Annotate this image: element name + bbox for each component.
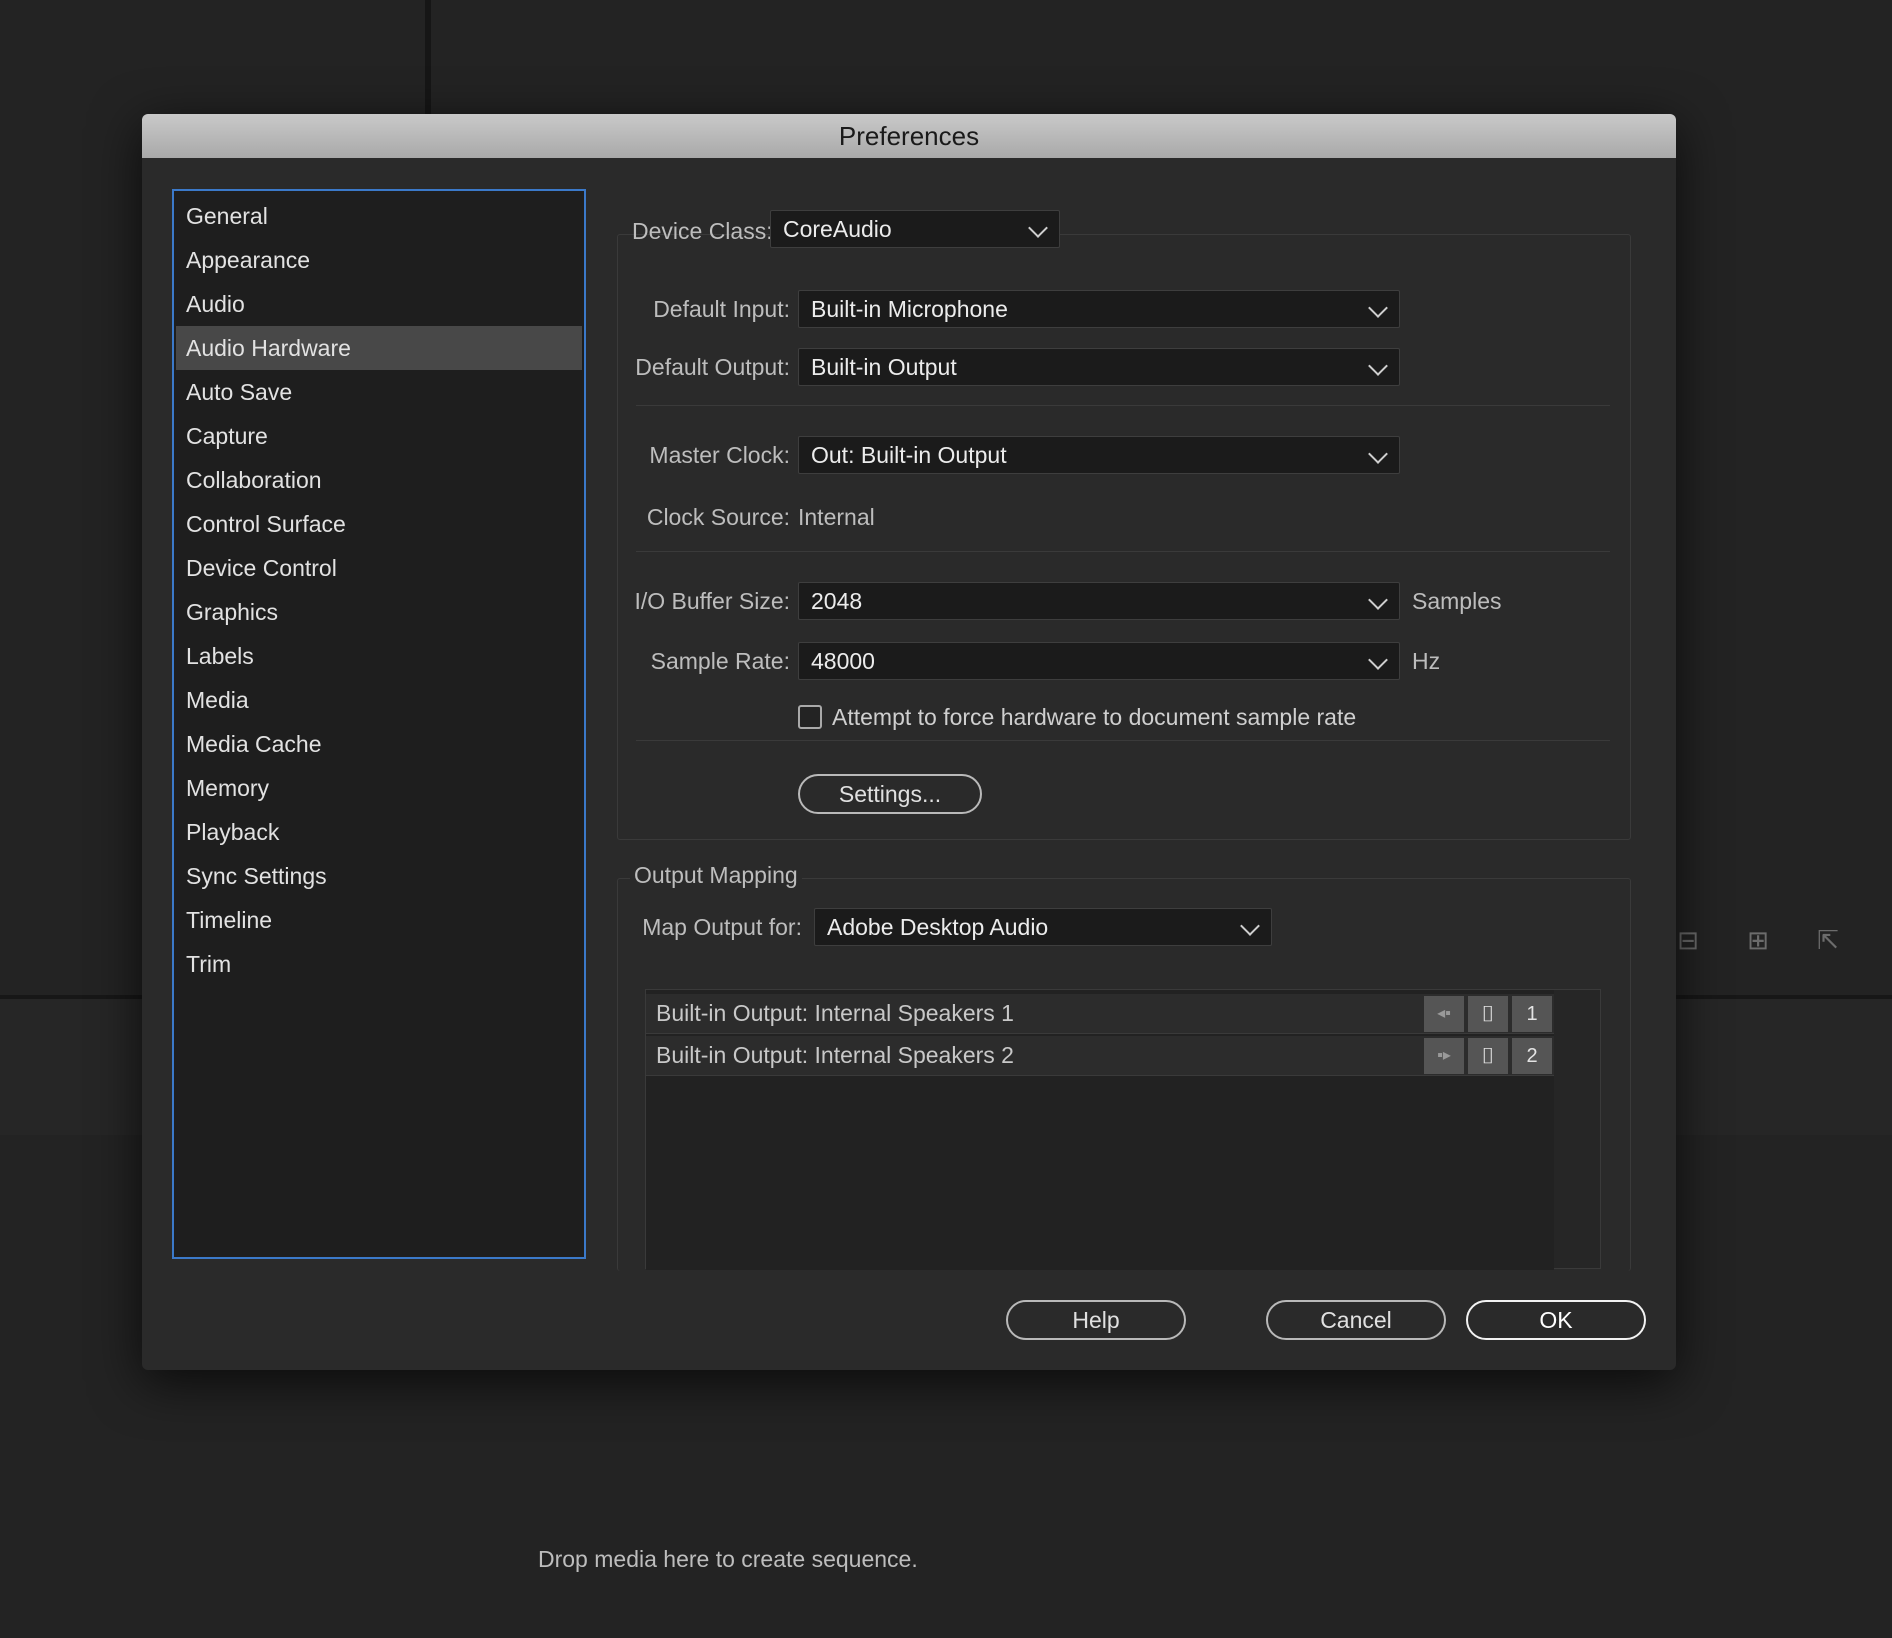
map-output-value: Adobe Desktop Audio (827, 914, 1049, 940)
extract-icon[interactable]: ⊞ (1740, 925, 1776, 955)
force-sample-rate-checkbox[interactable] (798, 705, 822, 729)
device-class-label: Device Class: (632, 218, 773, 244)
separator (636, 405, 1610, 406)
chevron-down-icon (1359, 349, 1399, 385)
sidebar-item-graphics[interactable]: Graphics (176, 590, 582, 634)
settings-button[interactable]: Settings... (798, 774, 982, 814)
device-class-value: CoreAudio (783, 216, 892, 242)
chevron-down-icon (1231, 909, 1271, 945)
channel-number[interactable]: 1 (1512, 996, 1552, 1032)
dialog-title: Preferences (142, 114, 1676, 158)
sidebar-item-auto-save[interactable]: Auto Save (176, 370, 582, 414)
device-class-dropdown[interactable]: CoreAudio (770, 210, 1060, 248)
mapping-row[interactable]: Built-in Output: Internal Speakers 1 ◂▪ … (646, 994, 1554, 1034)
background-toolbar: ⊟ ⊞ ⇱ (1670, 925, 1846, 955)
export-frame-icon[interactable]: ⇱ (1810, 925, 1846, 955)
sidebar-item-general[interactable]: General (176, 194, 582, 238)
sidebar-item-device-control[interactable]: Device Control (176, 546, 582, 590)
preferences-category-list[interactable]: General Appearance Audio Audio Hardware … (172, 189, 586, 1259)
chevron-down-icon (1359, 437, 1399, 473)
sidebar-item-sync-settings[interactable]: Sync Settings (176, 854, 582, 898)
output-mapping-rows: Built-in Output: Internal Speakers 1 ◂▪ … (646, 990, 1554, 1270)
separator (636, 551, 1610, 552)
default-input-dropdown[interactable]: Built-in Microphone (798, 290, 1400, 328)
sidebar-item-media[interactable]: Media (176, 678, 582, 722)
default-input-label: Default Input: (653, 296, 790, 322)
channel-number[interactable]: 2 (1512, 1038, 1552, 1074)
io-buffer-size-unit: Samples (1412, 588, 1502, 614)
io-buffer-size-dropdown[interactable]: 2048 (798, 582, 1400, 620)
sidebar-item-playback[interactable]: Playback (176, 810, 582, 854)
sidebar-item-control-surface[interactable]: Control Surface (176, 502, 582, 546)
master-clock-dropdown[interactable]: Out: Built-in Output (798, 436, 1400, 474)
speaker-right-icon: ▪▸ (1424, 1038, 1464, 1074)
chevron-down-icon (1359, 291, 1399, 327)
sample-rate-value: 48000 (811, 648, 875, 674)
sidebar-item-media-cache[interactable]: Media Cache (176, 722, 582, 766)
sidebar-item-audio-hardware[interactable]: Audio Hardware (176, 326, 582, 370)
master-clock-label: Master Clock: (649, 442, 790, 468)
map-output-label: Map Output for: (642, 914, 802, 940)
drop-hint: Drop media here to create sequence. (538, 1546, 918, 1572)
sidebar-item-audio[interactable]: Audio (176, 282, 582, 326)
background-divider (425, 0, 431, 116)
help-button[interactable]: Help (1006, 1300, 1186, 1340)
master-clock-value: Out: Built-in Output (811, 442, 1007, 468)
mapping-row-label: Built-in Output: Internal Speakers 1 (656, 1000, 1014, 1026)
chevron-down-icon (1359, 583, 1399, 619)
channel-bracket-icon: ⌷ (1468, 996, 1508, 1032)
output-mapping-list[interactable]: Built-in Output: Internal Speakers 1 ◂▪ … (645, 989, 1601, 1270)
sidebar-item-capture[interactable]: Capture (176, 414, 582, 458)
sample-rate-dropdown[interactable]: 48000 (798, 642, 1400, 680)
preferences-dialog: Preferences General Appearance Audio Aud… (142, 114, 1676, 1370)
clock-source-label: Clock Source: (646, 504, 790, 530)
default-output-value: Built-in Output (811, 354, 957, 380)
default-output-dropdown[interactable]: Built-in Output (798, 348, 1400, 386)
sidebar-item-collaboration[interactable]: Collaboration (176, 458, 582, 502)
default-output-label: Default Output: (635, 354, 790, 380)
chevron-down-icon (1359, 643, 1399, 679)
sample-rate-label: Sample Rate: (650, 648, 790, 674)
ok-button[interactable]: OK (1466, 1300, 1646, 1340)
sidebar-item-appearance[interactable]: Appearance (176, 238, 582, 282)
speaker-left-icon: ◂▪ (1424, 996, 1464, 1032)
sidebar-item-trim[interactable]: Trim (176, 942, 582, 986)
sidebar-item-memory[interactable]: Memory (176, 766, 582, 810)
separator (636, 740, 1610, 741)
clock-source-value: Internal (798, 504, 875, 530)
sample-rate-unit: Hz (1412, 648, 1441, 674)
default-input-value: Built-in Microphone (811, 296, 1008, 322)
mapping-row[interactable]: Built-in Output: Internal Speakers 2 ▪▸ … (646, 1036, 1554, 1076)
force-sample-rate-label: Attempt to force hardware to document sa… (832, 704, 1357, 730)
mapping-row-label: Built-in Output: Internal Speakers 2 (656, 1042, 1014, 1068)
cancel-button[interactable]: Cancel (1266, 1300, 1446, 1340)
io-buffer-size-label: I/O Buffer Size: (634, 588, 790, 614)
output-mapping-title: Output Mapping (630, 862, 802, 889)
sidebar-item-labels[interactable]: Labels (176, 634, 582, 678)
channel-bracket-icon: ⌷ (1468, 1038, 1508, 1074)
map-output-dropdown[interactable]: Adobe Desktop Audio (814, 908, 1272, 946)
sidebar-item-timeline[interactable]: Timeline (176, 898, 582, 942)
io-buffer-size-value: 2048 (811, 588, 863, 614)
chevron-down-icon (1019, 211, 1059, 247)
